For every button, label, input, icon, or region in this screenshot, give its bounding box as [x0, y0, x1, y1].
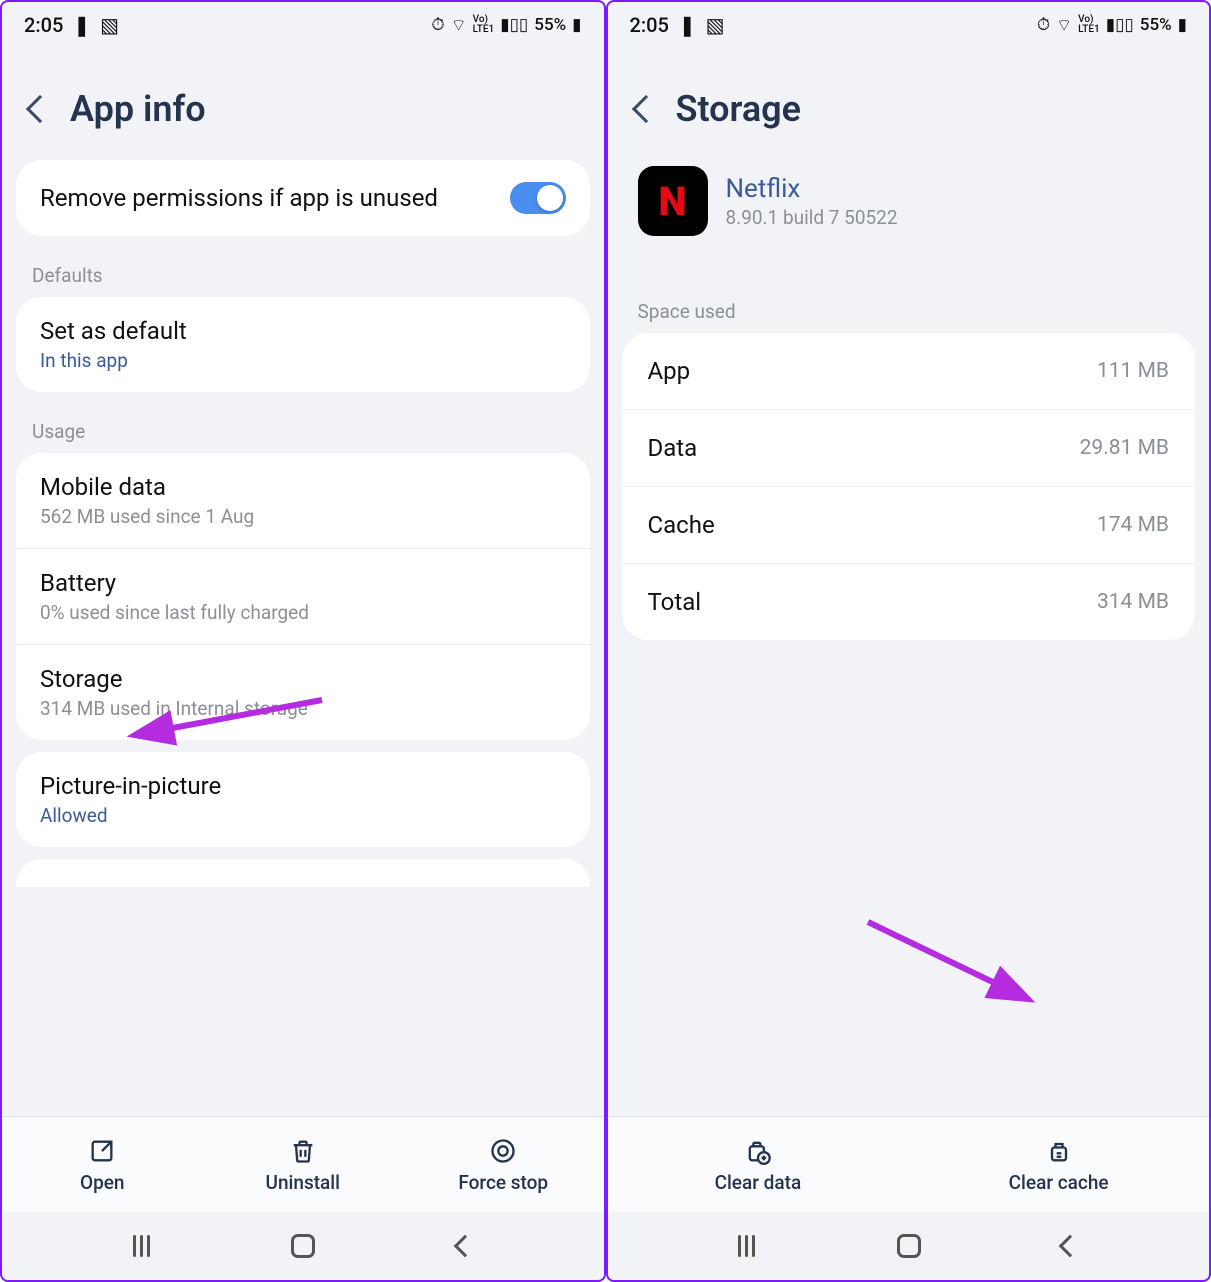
volte-icon: Vo)LTE1 — [473, 15, 495, 35]
space-app-label: App — [648, 357, 691, 385]
open-label: Open — [80, 1171, 125, 1194]
space-total-label: Total — [648, 588, 702, 616]
space-cache-value: 174 MB — [1097, 513, 1169, 537]
status-time: 2:05 — [24, 13, 63, 37]
back-icon[interactable] — [631, 95, 659, 123]
space-used-card: App 111 MB Data 29.81 MB Cache 174 MB To… — [622, 333, 1196, 640]
bottom-actions: Clear data Clear cache — [608, 1116, 1210, 1212]
right-screenshot: 2:05 ❚ ▧ ⏱ ⌔ Vo)LTE1 ▮▯▯ 55% ▮ Storage N… — [606, 0, 1211, 1282]
page-header: App info — [2, 48, 604, 160]
battery-sub: 0% used since last fully charged — [40, 601, 566, 624]
storage-sub: 314 MB used in Internal storage — [40, 697, 566, 720]
clear-cache-label: Clear cache — [1009, 1171, 1109, 1194]
image-icon: ▧ — [100, 13, 119, 37]
pip-title: Picture-in-picture — [40, 772, 566, 800]
bottom-actions: Open Uninstall Force stop — [2, 1116, 604, 1212]
page-title: App info — [70, 88, 206, 130]
clear-data-label: Clear data — [715, 1171, 802, 1194]
left-screenshot: 2:05 ❚ ▧ ⏱ ⌔ Vo)LTE1 ▮▯▯ 55% ▮ App info … — [0, 0, 606, 1282]
space-data-label: Data — [648, 434, 698, 462]
clear-data-button[interactable]: Clear data — [608, 1127, 909, 1208]
space-used-label: Space used — [608, 260, 1210, 333]
recents-button[interactable] — [738, 1235, 755, 1257]
signal-icon: ▮▯▯ — [1106, 15, 1134, 35]
app-version: 8.90.1 build 7 50522 — [726, 206, 898, 229]
page-header: Storage — [608, 48, 1210, 160]
back-icon[interactable] — [26, 95, 54, 123]
nav-back-button[interactable] — [453, 1235, 476, 1258]
wifi-icon: ⌔ — [1056, 15, 1072, 36]
open-button[interactable]: Open — [2, 1127, 203, 1208]
uninstall-label: Uninstall — [266, 1171, 340, 1194]
stop-icon — [489, 1137, 517, 1165]
force-stop-label: Force stop — [458, 1171, 548, 1194]
space-cache-row: Cache 174 MB — [622, 486, 1196, 563]
storage-row[interactable]: Storage 314 MB used in Internal storage — [16, 644, 590, 740]
signal-icon: ▮▯▯ — [500, 15, 528, 35]
remove-permissions-card[interactable]: Remove permissions if app is unused — [16, 160, 590, 236]
app-info-block: N Netflix 8.90.1 build 7 50522 — [608, 160, 1210, 260]
remove-permissions-toggle[interactable] — [510, 182, 566, 214]
pip-sub: Allowed — [40, 804, 566, 827]
pip-row[interactable]: Picture-in-picture Allowed — [16, 752, 590, 847]
chat-icon: ❚ — [73, 13, 90, 37]
battery-icon: ▮ — [1178, 15, 1187, 35]
usage-card: Mobile data 562 MB used since 1 Aug Batt… — [16, 453, 590, 740]
chat-icon: ❚ — [679, 13, 696, 37]
set-as-default-sub: In this app — [40, 349, 566, 372]
set-as-default-title: Set as default — [40, 317, 566, 345]
trash-icon — [289, 1137, 317, 1165]
force-stop-button[interactable]: Force stop — [403, 1127, 604, 1208]
mobile-data-title: Mobile data — [40, 473, 566, 501]
remove-permissions-label: Remove permissions if app is unused — [40, 183, 510, 213]
set-as-default-row[interactable]: Set as default In this app — [16, 297, 590, 392]
home-button[interactable] — [897, 1234, 921, 1258]
android-navbar — [2, 1212, 604, 1280]
wifi-icon: ⌔ — [451, 15, 467, 36]
clear-data-icon — [744, 1137, 772, 1165]
status-time: 2:05 — [630, 13, 669, 37]
battery-text: 55% — [1140, 15, 1172, 35]
space-app-value: 111 MB — [1097, 359, 1169, 383]
netflix-icon: N — [638, 166, 708, 236]
space-data-value: 29.81 MB — [1080, 436, 1169, 460]
battery-title: Battery — [40, 569, 566, 597]
pip-card: Picture-in-picture Allowed — [16, 752, 590, 847]
uninstall-button[interactable]: Uninstall — [203, 1127, 404, 1208]
status-bar: 2:05 ❚ ▧ ⏱ ⌔ Vo)LTE1 ▮▯▯ 55% ▮ — [2, 2, 604, 48]
mobile-data-row[interactable]: Mobile data 562 MB used since 1 Aug — [16, 453, 590, 548]
defaults-card: Set as default In this app — [16, 297, 590, 392]
space-total-value: 314 MB — [1097, 590, 1169, 614]
alarm-icon: ⏱ — [1037, 15, 1050, 35]
page-title: Storage — [676, 88, 802, 130]
status-bar: 2:05 ❚ ▧ ⏱ ⌔ Vo)LTE1 ▮▯▯ 55% ▮ — [608, 2, 1210, 48]
volte-icon: Vo)LTE1 — [1078, 15, 1100, 35]
usage-section-label: Usage — [2, 404, 604, 453]
recents-button[interactable] — [133, 1235, 150, 1257]
battery-icon: ▮ — [572, 15, 581, 35]
android-navbar — [608, 1212, 1210, 1280]
nav-back-button[interactable] — [1059, 1235, 1082, 1258]
battery-text: 55% — [534, 15, 566, 35]
storage-title: Storage — [40, 665, 566, 693]
alarm-icon: ⏱ — [431, 15, 444, 35]
next-card-stub — [16, 859, 590, 887]
mobile-data-sub: 562 MB used since 1 Aug — [40, 505, 566, 528]
space-cache-label: Cache — [648, 511, 715, 539]
home-button[interactable] — [291, 1234, 315, 1258]
clear-cache-icon — [1045, 1137, 1073, 1165]
space-data-row: Data 29.81 MB — [622, 409, 1196, 486]
battery-row[interactable]: Battery 0% used since last fully charged — [16, 548, 590, 644]
open-icon — [88, 1137, 116, 1165]
clear-cache-button[interactable]: Clear cache — [908, 1127, 1209, 1208]
app-name: Netflix — [726, 174, 898, 204]
image-icon: ▧ — [706, 13, 725, 37]
defaults-section-label: Defaults — [2, 248, 604, 297]
space-total-row: Total 314 MB — [622, 563, 1196, 640]
space-app-row: App 111 MB — [622, 333, 1196, 409]
